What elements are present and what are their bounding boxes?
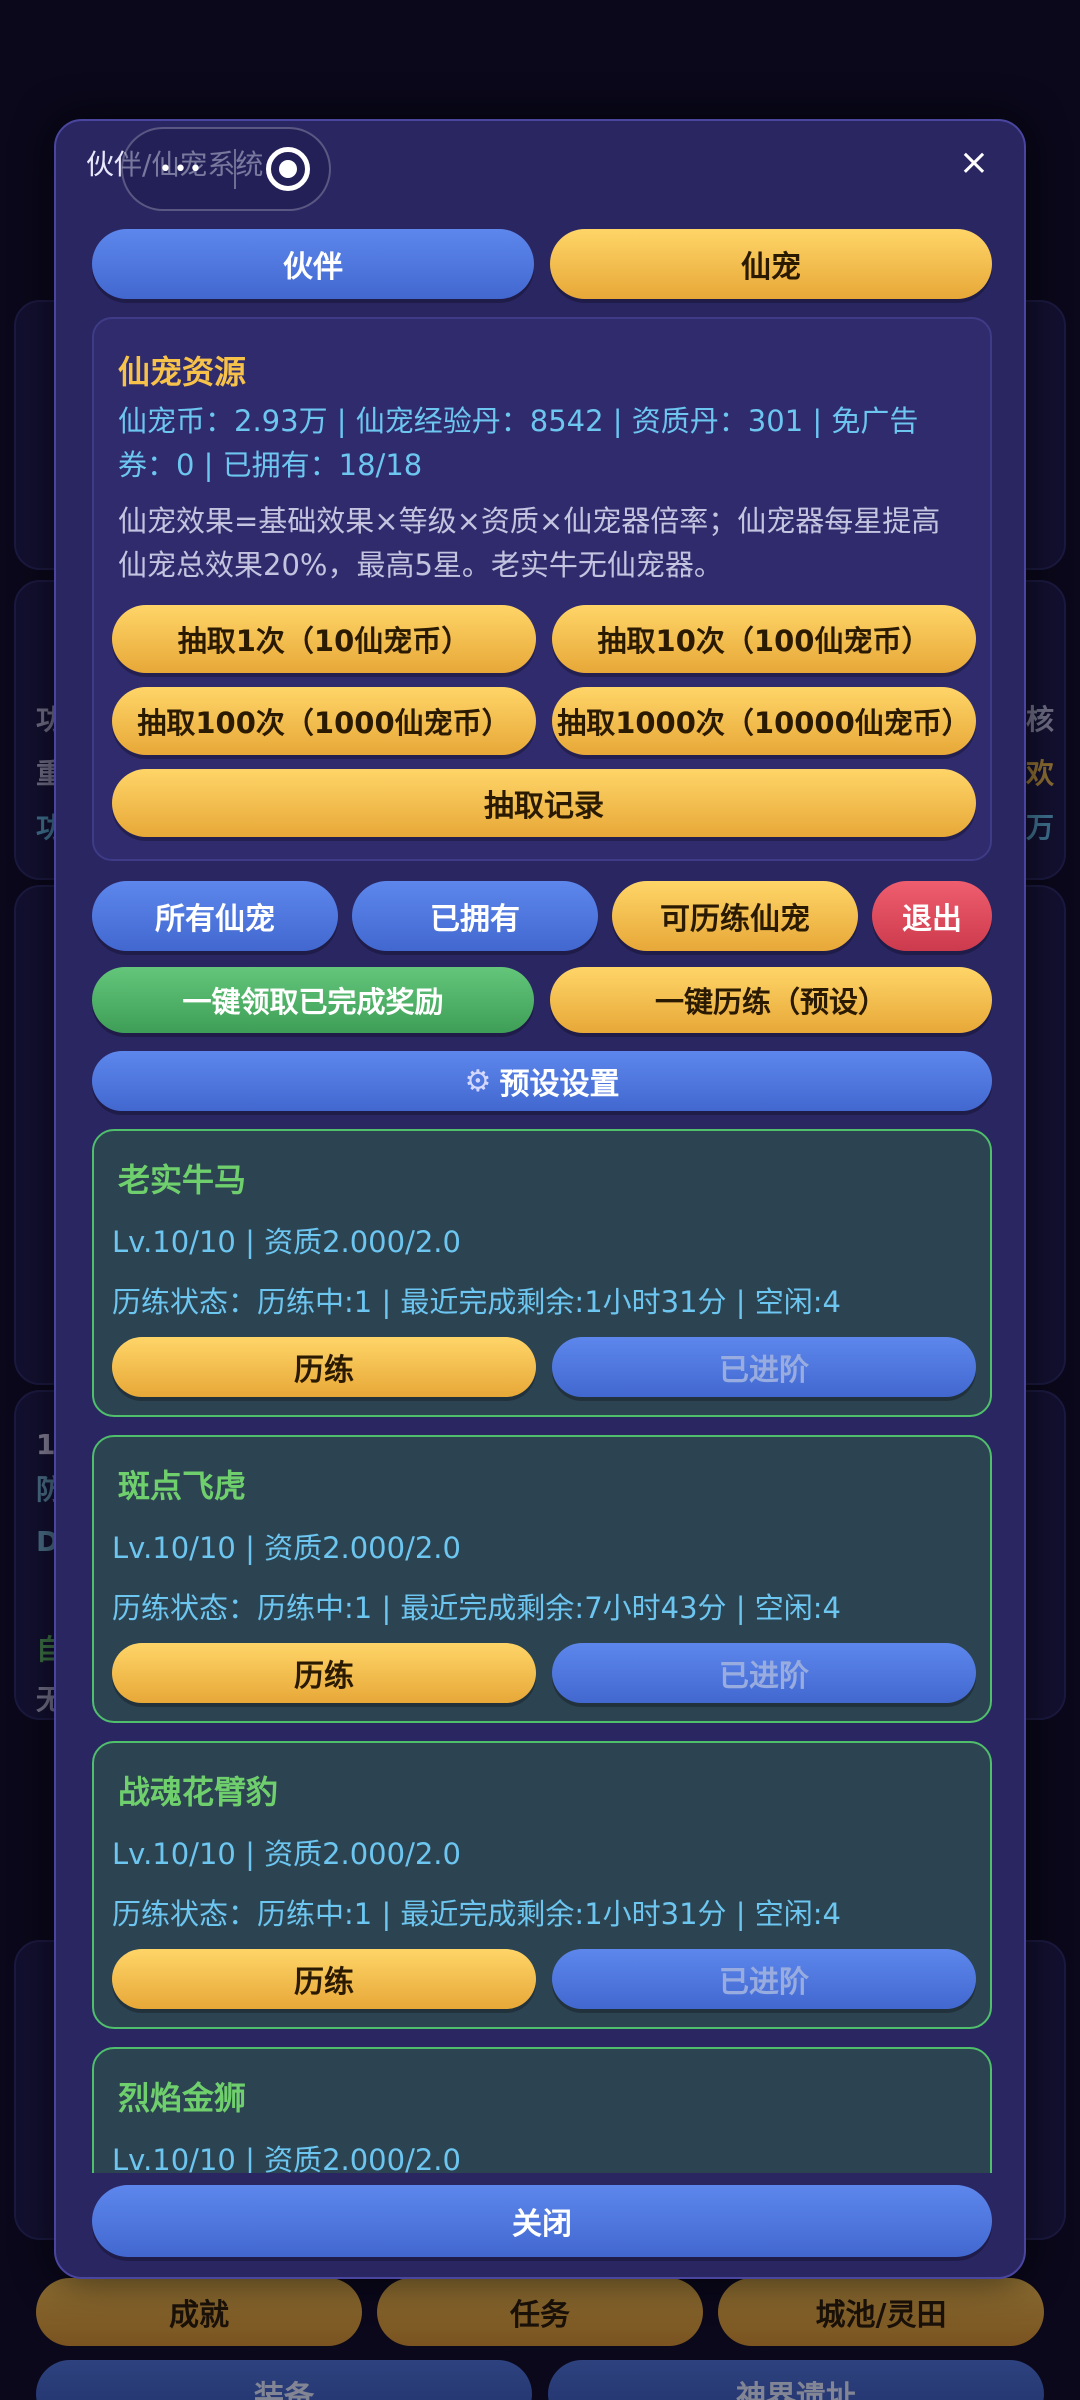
filter-owned[interactable]: 已拥有 — [352, 881, 598, 951]
claim-all-rewards-button[interactable]: 一键领取已完成奖励 — [92, 967, 534, 1033]
train-all-preset-button[interactable]: 一键历练（预设） — [550, 967, 992, 1033]
pet-training-status: 历练状态：历练中:1 | 最近完成剩余:1小时31分 | 空闲:4 — [112, 1285, 841, 1319]
tab-pet[interactable]: 仙宠 — [550, 229, 992, 299]
pet-training-status: 历练状态：历练中:1 | 最近完成剩余:1小时31分 | 空闲:4 — [112, 1897, 841, 1931]
draw-1000-button[interactable]: 抽取1000次（10000仙宠币） — [552, 687, 976, 755]
draw-100-button[interactable]: 抽取100次（1000仙宠币） — [112, 687, 536, 755]
draw-10-button[interactable]: 抽取10次（100仙宠币） — [552, 605, 976, 673]
exit-target-icon[interactable] — [265, 147, 310, 191]
close-icon[interactable]: × — [954, 143, 994, 183]
gear-icon: ⚙ — [464, 1063, 492, 1099]
dialog-header: 伙伴/仙宠系统 ••• × — [56, 121, 1024, 221]
mini-program-capsule[interactable]: ••• — [121, 127, 331, 211]
pet-level-quality: Lv.10/10 | 资质2.000/2.0 — [112, 1225, 461, 1259]
draw-1-button[interactable]: 抽取1次（10仙宠币） — [112, 605, 536, 673]
train-button[interactable]: 历练 — [112, 1643, 536, 1703]
filter-trainable[interactable]: 可历练仙宠 — [612, 881, 858, 951]
train-button[interactable]: 历练 — [112, 1337, 536, 1397]
preset-settings-button[interactable]: ⚙ 预设设置 — [92, 1051, 992, 1111]
pet-card: 战魂花臂豹 Lv.10/10 | 资质2.000/2.0 历练状态：历练中:1 … — [92, 1741, 992, 2029]
draw-record-button[interactable]: 抽取记录 — [112, 769, 976, 837]
pet-name: 战魂花臂豹 — [118, 1773, 279, 1811]
more-icon[interactable]: ••• — [159, 157, 204, 182]
pet-card: 烈焰金狮 Lv.10/10 | 资质2.000/2.0 — [92, 2047, 992, 2173]
advanced-button: 已进阶 — [552, 1643, 976, 1703]
partner-pet-dialog: 伙伴/仙宠系统 ••• × 伙伴 仙宠 仙宠资源 仙宠币：2.93万 | 仙宠经… — [54, 119, 1026, 2279]
pet-resources-panel: 仙宠资源 仙宠币：2.93万 | 仙宠经验丹：8542 | 资质丹：301 | … — [92, 317, 992, 861]
pet-name: 斑点飞虎 — [118, 1467, 247, 1505]
pet-level-quality: Lv.10/10 | 资质2.000/2.0 — [112, 2143, 461, 2173]
pet-effect-description: 仙宠效果=基础效果×等级×资质×仙宠器倍率；仙宠器每星提高仙宠总效果20%，最高… — [118, 504, 941, 582]
filter-all-pets[interactable]: 所有仙宠 — [92, 881, 338, 951]
tab-partner[interactable]: 伙伴 — [92, 229, 534, 299]
capsule-divider — [233, 149, 236, 189]
exit-button[interactable]: 退出 — [872, 881, 992, 951]
pet-card: 斑点飞虎 Lv.10/10 | 资质2.000/2.0 历练状态：历练中:1 |… — [92, 1435, 992, 1723]
resources-stats: 仙宠币：2.93万 | 仙宠经验丹：8542 | 资质丹：301 | 免广告券：… — [118, 404, 919, 482]
pet-level-quality: Lv.10/10 | 资质2.000/2.0 — [112, 1837, 461, 1871]
pet-card: 老实牛马 Lv.10/10 | 资质2.000/2.0 历练状态：历练中:1 |… — [92, 1129, 992, 1417]
pet-level-quality: Lv.10/10 | 资质2.000/2.0 — [112, 1531, 461, 1565]
pet-training-status: 历练状态：历练中:1 | 最近完成剩余:7小时43分 | 空闲:4 — [112, 1591, 841, 1625]
preset-settings-label: 预设设置 — [499, 1067, 620, 1102]
pet-list[interactable]: 老实牛马 Lv.10/10 | 资质2.000/2.0 历练状态：历练中:1 |… — [92, 1129, 992, 2173]
close-button[interactable]: 关闭 — [92, 2185, 992, 2257]
advanced-button: 已进阶 — [552, 1949, 976, 2009]
pet-name: 烈焰金狮 — [118, 2079, 247, 2117]
resources-title: 仙宠资源 — [118, 353, 247, 391]
train-button[interactable]: 历练 — [112, 1949, 536, 2009]
advanced-button: 已进阶 — [552, 1337, 976, 1397]
pet-name: 老实牛马 — [118, 1161, 247, 1199]
